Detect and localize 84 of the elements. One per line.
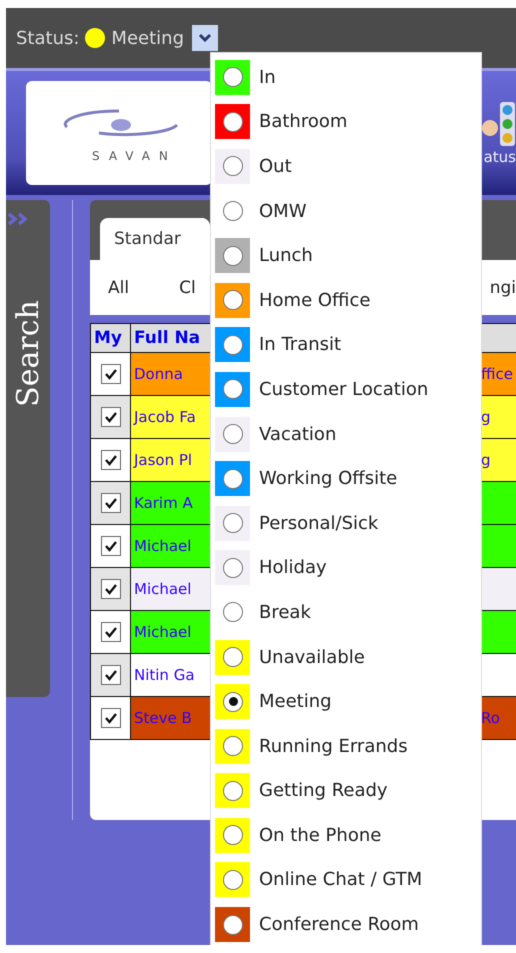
status-option-label: Working Offsite bbox=[259, 468, 398, 490]
check-icon bbox=[104, 497, 118, 509]
logo-text: SAVAN bbox=[92, 149, 177, 163]
checkbox[interactable] bbox=[100, 622, 120, 642]
dropdown-button[interactable] bbox=[192, 25, 218, 51]
status-option[interactable]: Home Office bbox=[211, 278, 481, 323]
status-option-label: Bathroom bbox=[259, 111, 348, 132]
current-status: Meeting bbox=[111, 28, 184, 48]
name-cell: Jacob Fa bbox=[130, 396, 212, 438]
tab[interactable]: Standar bbox=[100, 218, 210, 260]
checkbox[interactable] bbox=[100, 536, 120, 556]
status-option[interactable]: In bbox=[211, 55, 481, 100]
status-option[interactable]: Customer Location bbox=[211, 367, 481, 412]
status-option[interactable]: Getting Ready bbox=[211, 768, 481, 814]
status-option-label: Unavailable bbox=[259, 646, 365, 668]
name-cell: Steve B bbox=[130, 696, 212, 740]
name-cell: Michael bbox=[130, 524, 212, 568]
status-option-label: Holiday bbox=[259, 557, 327, 578]
checkbox[interactable] bbox=[100, 364, 120, 384]
check-icon bbox=[104, 411, 118, 423]
status-option-label: Personal/Sick bbox=[259, 512, 378, 534]
column-header[interactable]: My bbox=[90, 324, 130, 352]
check-icon bbox=[104, 669, 118, 681]
status-option-label: OMW bbox=[259, 200, 306, 222]
chevron-down-icon bbox=[198, 33, 212, 43]
check-icon bbox=[104, 540, 118, 552]
filter-link[interactable]: All bbox=[108, 278, 130, 298]
status-option-label: Online Chat / GTM bbox=[259, 869, 422, 890]
name-cell: Michael bbox=[130, 610, 212, 654]
search-side-panel[interactable]: Search bbox=[6, 200, 50, 697]
check-icon bbox=[104, 712, 118, 724]
status-option-label: Break bbox=[259, 602, 311, 623]
status-option-label: Customer Location bbox=[259, 378, 428, 400]
checkbox[interactable] bbox=[100, 493, 120, 513]
person-traffic-light-icon bbox=[482, 100, 516, 148]
status-option-label: Vacation bbox=[259, 424, 336, 445]
status-option-label: Getting Ready bbox=[259, 780, 388, 802]
name-cell: Karim A bbox=[130, 482, 212, 524]
checkbox[interactable] bbox=[100, 708, 120, 728]
status-option-label: Home Office bbox=[259, 290, 370, 311]
check-icon bbox=[104, 368, 118, 380]
status-option[interactable]: Running Errands bbox=[211, 724, 481, 768]
checkbox[interactable] bbox=[100, 450, 120, 470]
filter-link[interactable]: Cl bbox=[179, 278, 196, 298]
checkbox[interactable] bbox=[100, 579, 120, 599]
status-option[interactable]: Meeting bbox=[211, 679, 481, 724]
status-option-label: In Transit bbox=[259, 334, 342, 356]
checkbox[interactable] bbox=[100, 407, 120, 427]
status-option-label: In bbox=[259, 66, 276, 88]
column-header[interactable]: Full Na bbox=[130, 324, 212, 352]
name-cell: Donna bbox=[130, 352, 212, 396]
checkbox[interactable] bbox=[100, 665, 120, 685]
status-option[interactable]: Bathroom bbox=[211, 100, 481, 144]
status-option-label: Conference Room bbox=[259, 914, 419, 936]
check-icon bbox=[104, 454, 118, 466]
status-option[interactable]: Unavailable bbox=[211, 634, 481, 680]
radio-button[interactable] bbox=[223, 201, 243, 222]
filter-link[interactable]: ngi bbox=[490, 278, 516, 298]
status-option[interactable]: Lunch bbox=[211, 233, 481, 278]
status-option-label: Meeting bbox=[259, 691, 332, 712]
status-option[interactable]: Holiday bbox=[211, 546, 481, 590]
name-cell: Jason Pl bbox=[130, 438, 212, 482]
check-icon bbox=[104, 583, 118, 595]
status-option[interactable]: Conference Room bbox=[211, 902, 481, 945]
status-option[interactable]: Personal/Sick bbox=[211, 500, 481, 546]
check-icon bbox=[104, 626, 118, 638]
status-option[interactable]: Working Offsite bbox=[211, 456, 481, 501]
status-option[interactable]: Out bbox=[211, 144, 481, 189]
name-cell: Nitin Ga bbox=[130, 654, 212, 696]
status-label: Status: bbox=[16, 28, 80, 48]
status-option[interactable]: Vacation bbox=[211, 412, 481, 456]
search-label: Search bbox=[10, 300, 46, 407]
status-option[interactable]: On the Phone bbox=[211, 813, 481, 858]
status-option-label: Running Errands bbox=[259, 736, 408, 757]
status-option[interactable]: Break bbox=[211, 590, 481, 635]
status-option[interactable]: OMW bbox=[211, 188, 481, 234]
status-option[interactable]: In Transit bbox=[211, 322, 481, 368]
radio-button[interactable] bbox=[223, 602, 243, 622]
name-cell: Michael bbox=[130, 568, 212, 610]
status-option-label: Out bbox=[259, 156, 292, 177]
status-nav-link[interactable]: atus bbox=[484, 148, 516, 166]
status-option-label: On the Phone bbox=[259, 824, 382, 846]
status-option[interactable]: Online Chat / GTM bbox=[211, 858, 481, 902]
status-option-label: Lunch bbox=[259, 245, 313, 266]
